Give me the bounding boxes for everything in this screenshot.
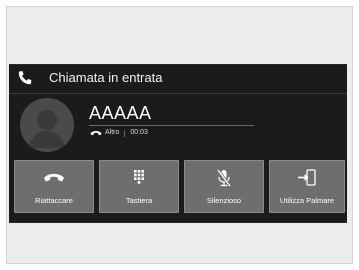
- caller-name-divider: [89, 125, 254, 126]
- call-duration: 00:03: [130, 129, 148, 136]
- hang-up-button[interactable]: Riattaccare: [14, 160, 94, 213]
- mute-label: Silenzioso: [206, 196, 242, 205]
- phone-icon: [18, 71, 32, 85]
- microphone-muted-icon: [216, 169, 232, 187]
- phone-handset-icon: [90, 130, 102, 136]
- caller-avatar: [20, 98, 74, 152]
- use-handset-label: Utilizza Palmare: [279, 196, 335, 205]
- use-handset-button[interactable]: Utilizza Palmare: [269, 160, 345, 213]
- mute-button[interactable]: Silenzioso: [184, 160, 264, 213]
- keypad-button[interactable]: Tastiera: [99, 160, 179, 213]
- transfer-to-phone-icon: [298, 169, 316, 186]
- line-label: Altro: [105, 129, 120, 136]
- keypad-label: Tastiera: [125, 196, 153, 205]
- keypad-icon: [134, 170, 144, 184]
- info-separator: [124, 129, 126, 137]
- call-header: Chiamata in entrata: [9, 65, 347, 91]
- call-info: Altro 00:03: [90, 128, 148, 138]
- call-status-title: Chiamata in entrata: [49, 70, 163, 85]
- person-silhouette-icon: [29, 110, 65, 148]
- caller-name: AAAAA: [89, 103, 152, 123]
- hang-up-label: Riattaccare: [35, 196, 73, 205]
- call-screen: Chiamata in entrata AAAAA Altro 00:03 Ri…: [9, 64, 347, 223]
- hang-up-icon: [44, 173, 64, 182]
- header-divider: [9, 93, 347, 94]
